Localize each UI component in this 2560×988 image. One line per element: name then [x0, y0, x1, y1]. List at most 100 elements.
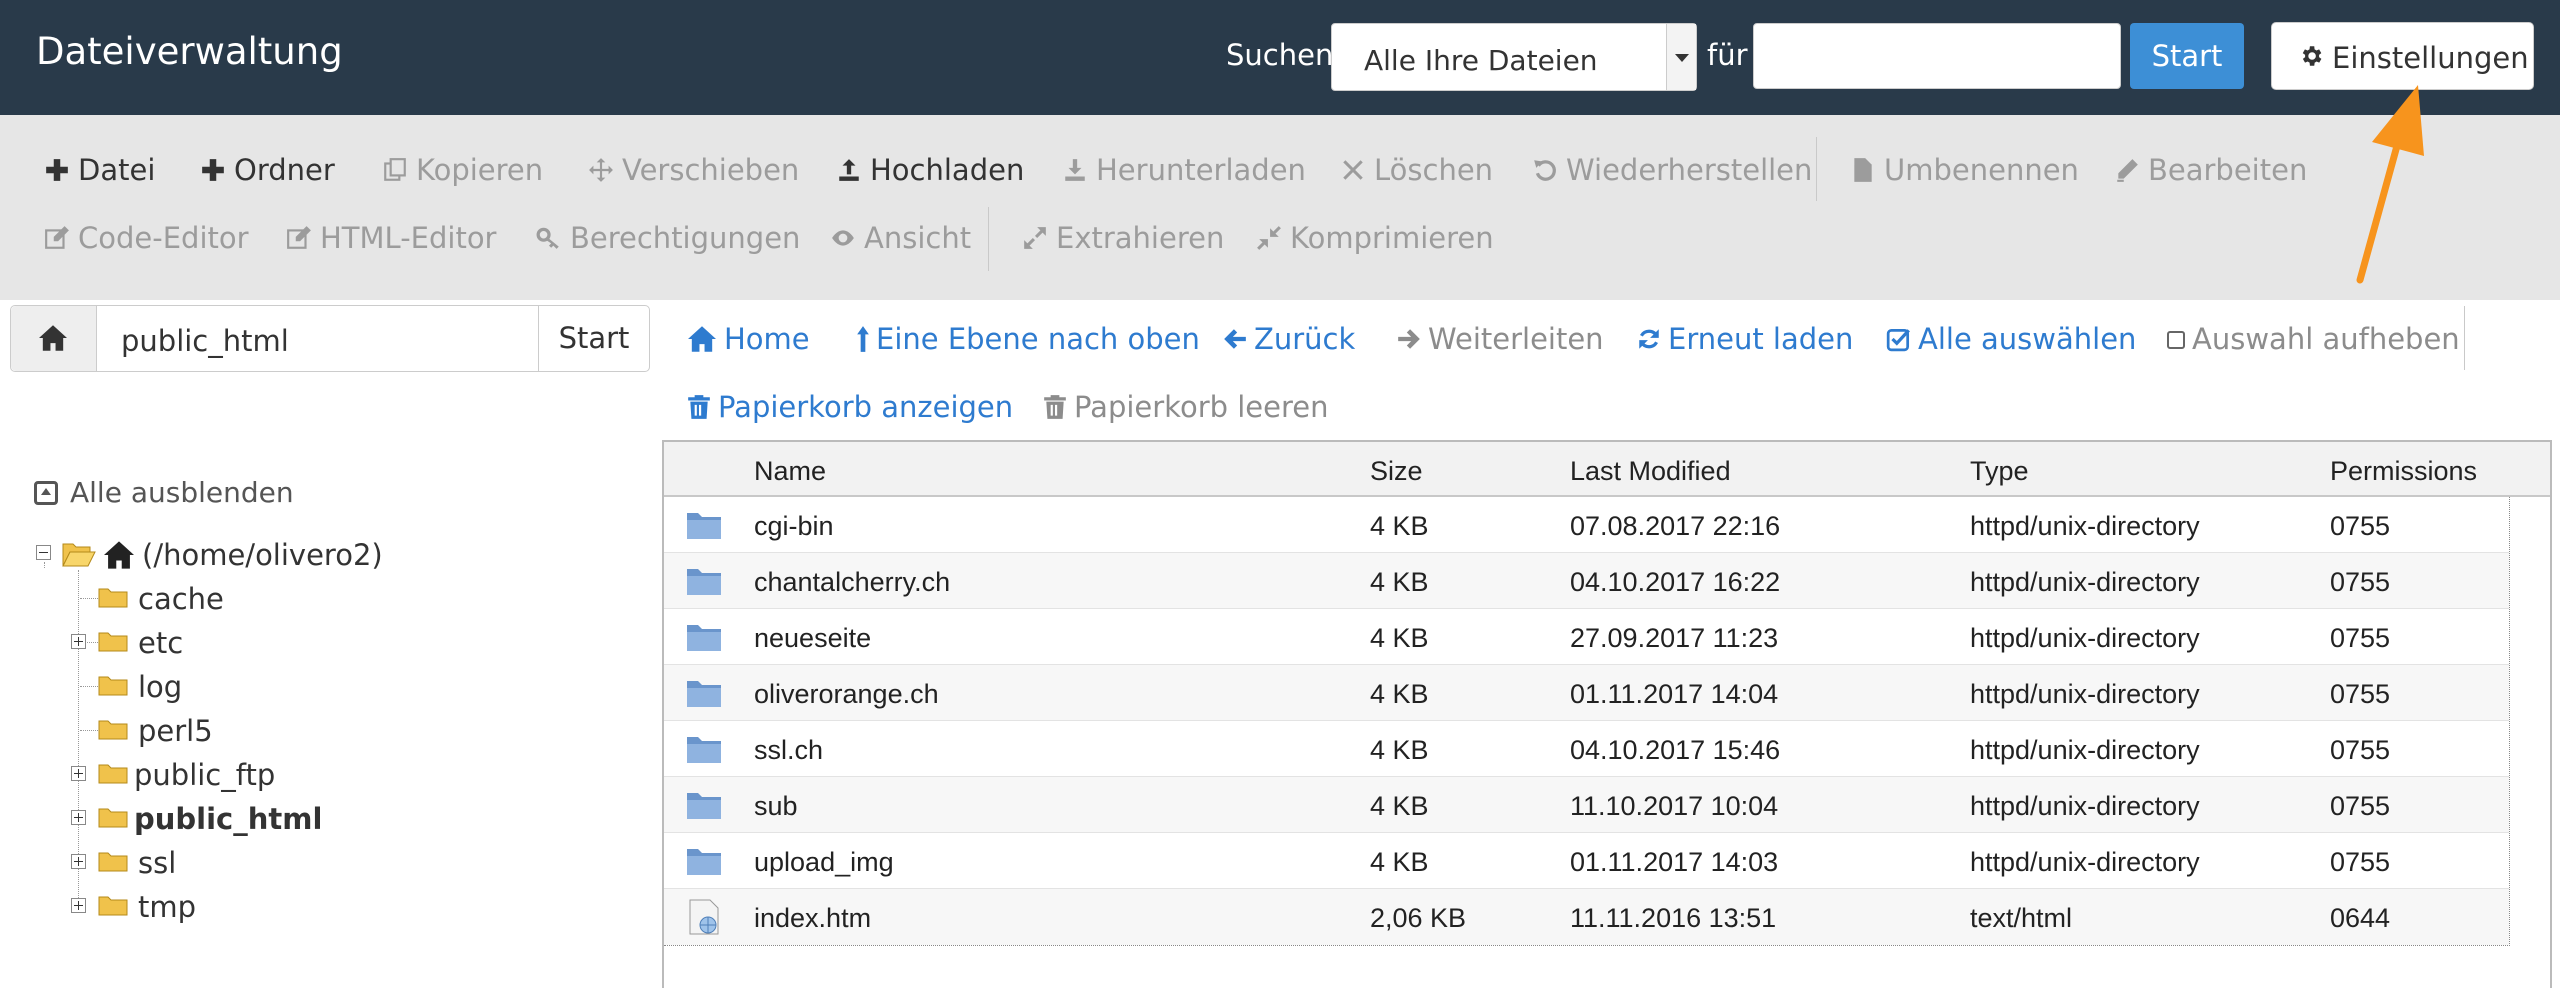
code-editor-button[interactable]: Code-Editor — [44, 221, 249, 255]
tree-root-label[interactable]: (/home/olivero2) — [142, 538, 383, 572]
nav-home-link[interactable]: Home — [686, 322, 810, 356]
nav-reload-link[interactable]: Erneut laden — [1636, 322, 1853, 356]
file-size: 2,06 KB — [1370, 903, 1467, 933]
tree-expand-toggle[interactable] — [71, 810, 86, 825]
new-file-button[interactable]: Datei — [44, 153, 155, 187]
tree-item-etc[interactable]: etc — [138, 626, 183, 660]
permissions-button[interactable]: Berechtigungen — [536, 221, 800, 255]
nav-deselect-label: Auswahl aufheben — [2192, 322, 2460, 356]
toolbar-divider — [988, 207, 989, 271]
copy-label: Kopieren — [416, 153, 544, 187]
table-row[interactable]: oliverorange.ch 4 KB 01.11.2017 14:04 ht… — [664, 665, 2509, 721]
search-input[interactable] — [1753, 23, 2121, 89]
nav-select-all-link[interactable]: Alle auswählen — [1886, 322, 2136, 356]
top-header: Dateiverwaltung Suchen Alle Ihre Dateien… — [0, 0, 2560, 115]
html-editor-button[interactable]: HTML-Editor — [286, 221, 496, 255]
tree-expand-toggle[interactable] — [71, 898, 86, 913]
search-start-button[interactable]: Start — [2130, 23, 2244, 89]
plus-icon — [202, 159, 224, 181]
file-size: 4 KB — [1370, 847, 1429, 877]
column-type[interactable]: Type — [1970, 456, 2029, 487]
file-permissions: 0755 — [2330, 511, 2391, 541]
file-modified: 07.08.2017 22:16 — [1570, 511, 1781, 541]
tree-expand-toggle[interactable] — [71, 854, 86, 869]
path-home-button[interactable] — [11, 306, 97, 371]
table-row[interactable]: cgi-bin 4 KB 07.08.2017 22:16 httpd/unix… — [664, 497, 2509, 553]
nav-home-label: Home — [724, 322, 810, 356]
action-toolbar: Datei Ordner Kopieren Verschieben Hochla… — [0, 115, 2560, 300]
tree-item-cache[interactable]: cache — [138, 582, 224, 616]
tree-collapse-toggle[interactable] — [36, 545, 51, 560]
tree-item-public-ftp[interactable]: public_ftp — [134, 758, 275, 792]
square-icon — [2167, 331, 2185, 349]
table-row[interactable]: chantalcherry.ch 4 KB 04.10.2017 16:22 h… — [664, 553, 2509, 609]
tree-item-ssl[interactable]: ssl — [138, 846, 176, 880]
edit-label: Bearbeiten — [2148, 153, 2308, 187]
expand-icon — [1024, 227, 1046, 249]
tree-item-log[interactable]: log — [138, 670, 182, 704]
move-button[interactable]: Verschieben — [588, 153, 799, 187]
file-table: Name Size Last Modified Type Permissions… — [662, 440, 2552, 988]
upload-button[interactable]: Hochladen — [836, 153, 1024, 187]
file-size: 4 KB — [1370, 791, 1429, 821]
new-folder-button[interactable]: Ordner — [200, 153, 335, 187]
nav-empty-trash-link[interactable]: Papierkorb leeren — [1042, 390, 1329, 424]
folder-icon — [687, 737, 721, 763]
column-last-modified[interactable]: Last Modified — [1570, 456, 1731, 487]
column-permissions[interactable]: Permissions — [2330, 456, 2477, 487]
download-button[interactable]: Herunterladen — [1062, 153, 1306, 187]
search-scope-select[interactable]: Alle Ihre Dateien — [1331, 23, 1697, 91]
arrow-right-icon — [1398, 329, 1420, 349]
restore-label: Wiederherstellen — [1566, 153, 1813, 187]
compress-icon — [1257, 226, 1281, 250]
tree-expand-toggle[interactable] — [71, 766, 86, 781]
table-row[interactable]: upload_img 4 KB 01.11.2017 14:03 httpd/u… — [664, 833, 2509, 889]
tree-item-perl5[interactable]: perl5 — [138, 714, 213, 748]
chevron-down-icon[interactable] — [1666, 24, 1696, 90]
gear-icon — [2302, 46, 2322, 66]
key-icon — [536, 227, 559, 249]
nav-back-link[interactable]: Zurück — [1222, 322, 1355, 356]
file-name: upload_img — [754, 847, 894, 877]
folder-icon — [98, 852, 128, 872]
folder-icon — [687, 849, 721, 875]
table-row[interactable]: index.htm 2,06 KB 11.11.2016 13:51 text/… — [664, 889, 2509, 945]
tree-line — [87, 642, 98, 643]
edit-button[interactable]: Bearbeiten — [2114, 153, 2307, 187]
file-type: httpd/unix-directory — [1970, 567, 2200, 597]
path-input[interactable]: public_html — [121, 324, 289, 358]
tree-expand-toggle[interactable] — [71, 634, 86, 649]
column-size[interactable]: Size — [1370, 456, 1423, 487]
copy-icon — [384, 158, 406, 181]
delete-button[interactable]: Löschen — [1340, 153, 1493, 187]
restore-button[interactable]: Wiederherstellen — [1532, 153, 1812, 187]
nav-level-up-link[interactable]: Eine Ebene nach oben — [856, 322, 1200, 356]
nav-level-up-label: Eine Ebene nach oben — [876, 322, 1200, 356]
nav-forward-link[interactable]: Weiterleiten — [1396, 322, 1604, 356]
view-button[interactable]: Ansicht — [830, 221, 971, 255]
file-permissions: 0644 — [2330, 903, 2391, 933]
table-row[interactable]: neueseite 4 KB 27.09.2017 11:23 httpd/un… — [664, 609, 2509, 665]
compress-label: Komprimieren — [1290, 221, 1494, 255]
file-name: cgi-bin — [754, 511, 834, 541]
tree-item-tmp[interactable]: tmp — [138, 890, 196, 924]
copy-button[interactable]: Kopieren — [382, 153, 543, 187]
table-row[interactable]: sub 4 KB 11.10.2017 10:04 httpd/unix-dir… — [664, 777, 2509, 833]
rename-button[interactable]: Umbenennen — [1850, 153, 2079, 187]
extract-button[interactable]: Extrahieren — [1022, 221, 1224, 255]
path-start-button[interactable]: Start — [538, 306, 649, 371]
compress-button[interactable]: Komprimieren — [1256, 221, 1494, 255]
for-label: für — [1707, 38, 1748, 72]
edit-icon — [287, 226, 311, 249]
code-editor-label: Code-Editor — [78, 221, 249, 255]
file-type: httpd/unix-directory — [1970, 791, 2200, 821]
folder-icon — [687, 625, 721, 651]
nav-deselect-link[interactable]: Auswahl aufheben — [2166, 322, 2460, 356]
collapse-all-button[interactable]: Alle ausblenden — [34, 476, 294, 509]
tree-line — [80, 686, 98, 687]
table-row[interactable]: ssl.ch 4 KB 04.10.2017 15:46 httpd/unix-… — [664, 721, 2509, 777]
tree-item-public-html[interactable]: public_html — [134, 802, 322, 836]
tree-line — [44, 562, 45, 568]
nav-show-trash-link[interactable]: Papierkorb anzeigen — [686, 390, 1013, 424]
column-name[interactable]: Name — [754, 456, 826, 487]
